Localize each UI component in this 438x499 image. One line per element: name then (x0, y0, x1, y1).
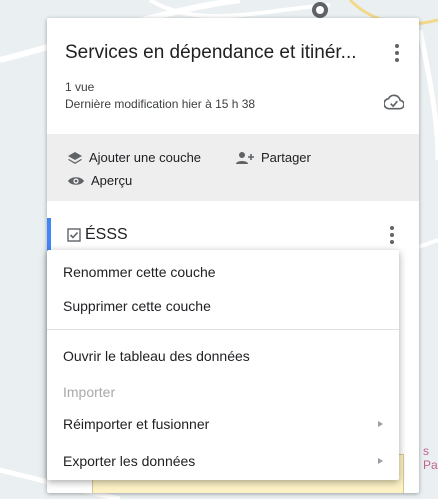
last-modified-text: Dernière modification hier à 15 h 38 (65, 97, 256, 111)
preview-button[interactable]: Aperçu (67, 173, 132, 188)
person-add-icon (236, 151, 254, 164)
export-data-menu-item[interactable]: Exporter les données (47, 446, 399, 476)
open-data-table-menu-item[interactable]: Ouvrir le tableau des données (47, 341, 399, 371)
panel-action-bar: Ajouter une couche Partager Aperçu (47, 134, 419, 201)
add-layer-button[interactable]: Ajouter une couche (67, 150, 201, 165)
menu-divider (47, 329, 399, 330)
eye-icon (68, 176, 84, 185)
view-count: 1 vue (65, 80, 95, 94)
cloud-check-icon (384, 94, 404, 110)
map-title[interactable]: Services en dépendance et itinér... (65, 42, 365, 64)
rename-layer-menu-item[interactable]: Renommer cette couche (47, 257, 399, 287)
add-layer-label: Ajouter une couche (89, 150, 202, 165)
layer-name[interactable]: ÉSSS (85, 226, 128, 244)
reimport-merge-menu-item[interactable]: Réimporter et fusionner (47, 409, 399, 439)
map-options-more-icon[interactable] (387, 40, 407, 66)
layer-options-more-icon[interactable] (382, 222, 402, 248)
arrow-right-icon (378, 421, 383, 427)
layer-row[interactable]: ÉSSS (47, 218, 419, 254)
panel-header: Services en dépendance et itinér... 1 vu… (47, 18, 419, 134)
layers-icon (68, 151, 82, 164)
map-place-label-line1: s (423, 444, 429, 458)
preview-label: Aperçu (91, 173, 133, 188)
map-place-label: s Pa (423, 444, 438, 472)
share-button[interactable]: Partager (235, 150, 311, 165)
import-menu-item: Importer (63, 384, 116, 400)
export-data-label: Exporter les données (63, 453, 196, 469)
layer-context-menu: Renommer cette couche Supprimer cette co… (47, 250, 399, 480)
map-place-label-line2: Pa (423, 458, 438, 472)
checkbox-checked-icon[interactable] (67, 228, 81, 242)
share-label: Partager (261, 150, 311, 165)
delete-layer-menu-item[interactable]: Supprimer cette couche (47, 291, 399, 321)
arrow-right-icon (378, 458, 383, 464)
reimport-merge-label: Réimporter et fusionner (63, 416, 210, 432)
